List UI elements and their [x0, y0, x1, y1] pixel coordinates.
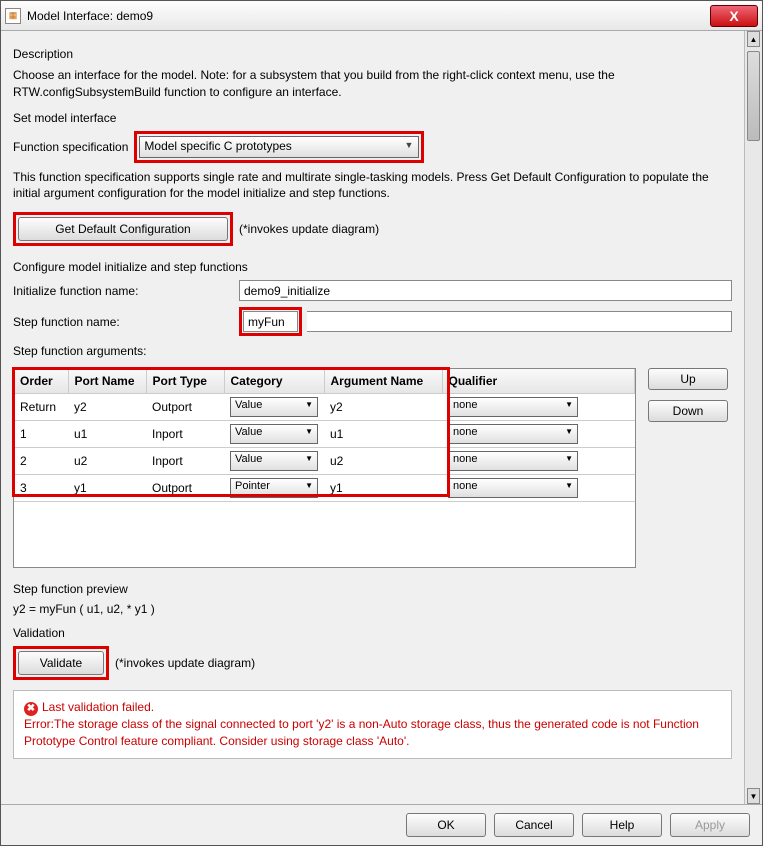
- cell-order: Return: [14, 393, 68, 420]
- table-row[interactable]: 3y1OutportPointery1none: [14, 474, 635, 501]
- function-spec-label: Function specification: [13, 140, 128, 154]
- col-portname: Port Name: [68, 369, 146, 393]
- app-icon: ▦: [5, 8, 21, 24]
- step-fn-input-ext[interactable]: [307, 311, 732, 332]
- apply-button[interactable]: Apply: [670, 813, 750, 837]
- validation-error-box: ✖ Last validation failed. Error:The stora…: [13, 690, 732, 759]
- scroll-thumb[interactable]: [747, 51, 760, 141]
- cell-porttype: Inport: [146, 447, 224, 474]
- category-select[interactable]: Value: [230, 424, 318, 444]
- cell-argname: y2: [324, 393, 442, 420]
- col-category: Category: [224, 369, 324, 393]
- description-label: Description: [13, 47, 732, 61]
- qualifier-select[interactable]: none: [448, 424, 578, 444]
- cell-order: 3: [14, 474, 68, 501]
- step-fn-label: Step function name:: [13, 315, 233, 329]
- close-button[interactable]: X: [710, 5, 758, 27]
- col-argname: Argument Name: [324, 369, 442, 393]
- ok-button[interactable]: OK: [406, 813, 486, 837]
- func-spec-note: This function specification supports sin…: [13, 169, 732, 203]
- help-button[interactable]: Help: [582, 813, 662, 837]
- cancel-button[interactable]: Cancel: [494, 813, 574, 837]
- qualifier-select[interactable]: none: [448, 478, 578, 498]
- scroll-down-arrow[interactable]: ▼: [747, 788, 760, 804]
- init-fn-label: Initialize function name:: [13, 284, 233, 298]
- cell-argname: y1: [324, 474, 442, 501]
- button-bar: OK Cancel Help Apply: [1, 804, 762, 845]
- cell-order: 1: [14, 420, 68, 447]
- vertical-scrollbar[interactable]: ▲ ▼: [744, 31, 762, 804]
- window-title: Model Interface: demo9: [27, 9, 710, 23]
- cell-argname: u1: [324, 420, 442, 447]
- args-table: Order Port Name Port Type Category Argum…: [14, 369, 635, 571]
- invokes-note-1: (*invokes update diagram): [239, 222, 379, 236]
- preview-label: Step function preview: [13, 582, 732, 596]
- error-icon: ✖: [24, 702, 38, 716]
- set-model-interface-label: Set model interface: [13, 111, 732, 125]
- cell-portname: y2: [68, 393, 146, 420]
- args-label: Step function arguments:: [13, 344, 732, 358]
- validation-label: Validation: [13, 626, 732, 640]
- dialog-window: ▦ Model Interface: demo9 X Description C…: [0, 0, 763, 846]
- init-fn-input[interactable]: [239, 280, 732, 301]
- up-button[interactable]: Up: [648, 368, 728, 390]
- category-select[interactable]: Value: [230, 397, 318, 417]
- qualifier-select[interactable]: none: [448, 397, 578, 417]
- invokes-note-2: (*invokes update diagram): [115, 656, 255, 670]
- col-qualifier: Qualifier: [442, 369, 635, 393]
- step-fn-input[interactable]: [243, 311, 298, 332]
- cell-porttype: Outport: [146, 474, 224, 501]
- get-default-config-button[interactable]: Get Default Configuration: [18, 217, 228, 241]
- cell-portname: y1: [68, 474, 146, 501]
- content-area: Description Choose an interface for the …: [1, 31, 744, 804]
- args-table-container: Order Port Name Port Type Category Argum…: [13, 368, 636, 568]
- preview-text: y2 = myFun ( u1, u2, * y1 ): [13, 602, 732, 616]
- category-select[interactable]: Pointer: [230, 478, 318, 498]
- cell-argname: u2: [324, 447, 442, 474]
- table-row[interactable]: 1u1InportValueu1none: [14, 420, 635, 447]
- error-text: Error:The storage class of the signal co…: [24, 716, 721, 750]
- cell-porttype: Inport: [146, 420, 224, 447]
- cell-order: 2: [14, 447, 68, 474]
- cell-portname: u1: [68, 420, 146, 447]
- qualifier-select[interactable]: none: [448, 451, 578, 471]
- col-porttype: Port Type: [146, 369, 224, 393]
- title-bar: ▦ Model Interface: demo9 X: [1, 1, 762, 31]
- description-text: Choose an interface for the model. Note:…: [13, 67, 732, 101]
- cell-porttype: Outport: [146, 393, 224, 420]
- down-button[interactable]: Down: [648, 400, 728, 422]
- scroll-up-arrow[interactable]: ▲: [747, 31, 760, 47]
- col-order: Order: [14, 369, 68, 393]
- table-row[interactable]: Returny2OutportValuey2none: [14, 393, 635, 420]
- function-spec-select[interactable]: Model specific C prototypes: [139, 136, 419, 158]
- error-title: Last validation failed.: [42, 700, 154, 714]
- table-row[interactable]: 2u2InportValueu2none: [14, 447, 635, 474]
- validate-button[interactable]: Validate: [18, 651, 104, 675]
- configure-label: Configure model initialize and step func…: [13, 260, 732, 274]
- category-select[interactable]: Value: [230, 451, 318, 471]
- cell-portname: u2: [68, 447, 146, 474]
